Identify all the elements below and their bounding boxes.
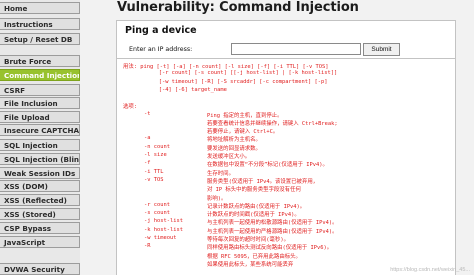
sidebar-item-home[interactable]: Home [0,2,80,14]
page-title: Vulnerability: Command Injection [117,0,359,15]
option-description: 在数据包中设置“不分段”标记(仅适用于 IPv4)。 [207,162,328,169]
option-flag: -n count [144,143,170,150]
options-heading: 选项: [123,104,138,111]
option-flag: -a [144,135,151,142]
watermark: https://blog.csdn.net/weixin_45... [390,267,470,273]
sidebar-item-xss-reflected[interactable]: XSS (Reflected) [0,194,80,206]
sidebar-item-file-upload[interactable]: File Upload [0,111,80,123]
option-flag: -s count [144,210,170,217]
option-description: 记录计数跃点的路由(仅适用于 IPv4)。 [207,203,306,210]
option-description: 服务类型(仅适用于 IPv4。该设置已被弃用， [207,178,319,185]
usage-line: 用法: ping [-t] [-a] [-n count] [-l size] … [123,64,329,70]
option-flag: -f [144,160,151,167]
usage-line: [-r count] [-s count] [[-j host-list] | … [123,70,338,77]
sidebar-item-setup-reset-db[interactable]: Setup / Reset DB [0,33,80,45]
option-description: 影响)。 [207,195,227,202]
form-title: Ping a device [125,25,197,36]
sidebar-item-insecure-captcha[interactable]: Insecure CAPTCHA [0,124,80,136]
sidebar: Home Instructions Setup / Reset DB Brute Fo… [0,0,80,275]
option-description: 若要停止，请键入 Ctrl+C。 [207,129,279,136]
sidebar-item-csp-bypass[interactable]: CSP Bypass [0,222,80,234]
option-description: 将地址解析为主机名。 [207,137,261,144]
option-description: Ping 指定的主机，直到停止。 [207,112,283,119]
option-description: 要发送的回显请求数。 [207,145,261,152]
sidebar-item-csrf[interactable]: CSRF [0,84,80,96]
option-description: 对 IP 标头中的服务类型字段没有任何 [207,187,301,194]
option-description: 发送缓冲区大小。 [207,154,251,160]
option-description: 根据 RFC 5095，已弃用此路由标头。 [207,253,301,260]
option-flag: -w timeout [144,235,177,241]
ip-label: Enter an IP address: [129,46,193,53]
option-flag: -l size [144,152,167,158]
option-flag: -k host-list [144,226,183,233]
command-output: 用法: ping [-t] [-a] [-n count] [-l size] … [116,59,456,275]
usage-line: [-4] [-6] target_name [123,86,227,93]
option-flag: -v TOS [144,176,164,183]
option-description: 与主机列表一起使用的松散源路由(仅适用于 IPv4)。 [207,220,338,227]
submit-button[interactable]: Submit [363,43,400,56]
main-content: Vulnerability: Command Injection Ping a … [80,0,474,275]
option-description: 计数跃点的时间戳(仅适用于 IPv4)。 [207,212,300,219]
option-description: 生存时间。 [207,170,234,177]
sidebar-item-javascript[interactable]: JavaScript [0,236,80,248]
option-flag: -j host-list [144,218,183,225]
option-description: 与主机列表一起使用的严格源路由(仅适用于 IPv4)。 [207,228,338,235]
sidebar-item-xss-stored[interactable]: XSS (Stored) [0,208,80,220]
option-flag: -i TTL [144,168,164,175]
sidebar-item-file-inclusion[interactable]: File Inclusion [0,97,80,109]
sidebar-item-weak-session-ids[interactable]: Weak Session IDs [0,167,80,179]
option-description: 同样使用路由标头测试反向路由(仅适用于 IPv6)。 [207,245,333,252]
usage-line: [-w timeout] [-R] [-S srcaddr] [-c compa… [123,78,328,85]
sidebar-item-command-injection[interactable]: Command Injection [0,69,80,81]
ip-input[interactable] [231,43,361,55]
option-description: 等待每次回复的超时时间(毫秒)。 [207,237,289,243]
option-flag: -R [144,243,151,250]
sidebar-item-instructions[interactable]: Instructions [0,18,80,30]
sidebar-item-xss-dom[interactable]: XSS (DOM) [0,180,80,192]
option-description: 如果使用此标头，某些系统可能丢弃 [207,261,294,268]
sidebar-item-sql-injection-blind[interactable]: SQL Injection (Blind) [0,153,80,165]
option-flag: -r count [144,201,170,208]
sidebar-item-brute-force[interactable]: Brute Force [0,55,80,67]
ping-form: Ping a device Enter an IP address: Submi… [116,20,456,59]
sidebar-item-sql-injection[interactable]: SQL Injection [0,139,80,151]
option-flag: -t [144,110,151,117]
option-description: 若要查看统计信息并继续操作，请键入 Ctrl+Break; [207,120,338,127]
sidebar-item-dvwa-security[interactable]: DVWA Security [0,263,80,275]
